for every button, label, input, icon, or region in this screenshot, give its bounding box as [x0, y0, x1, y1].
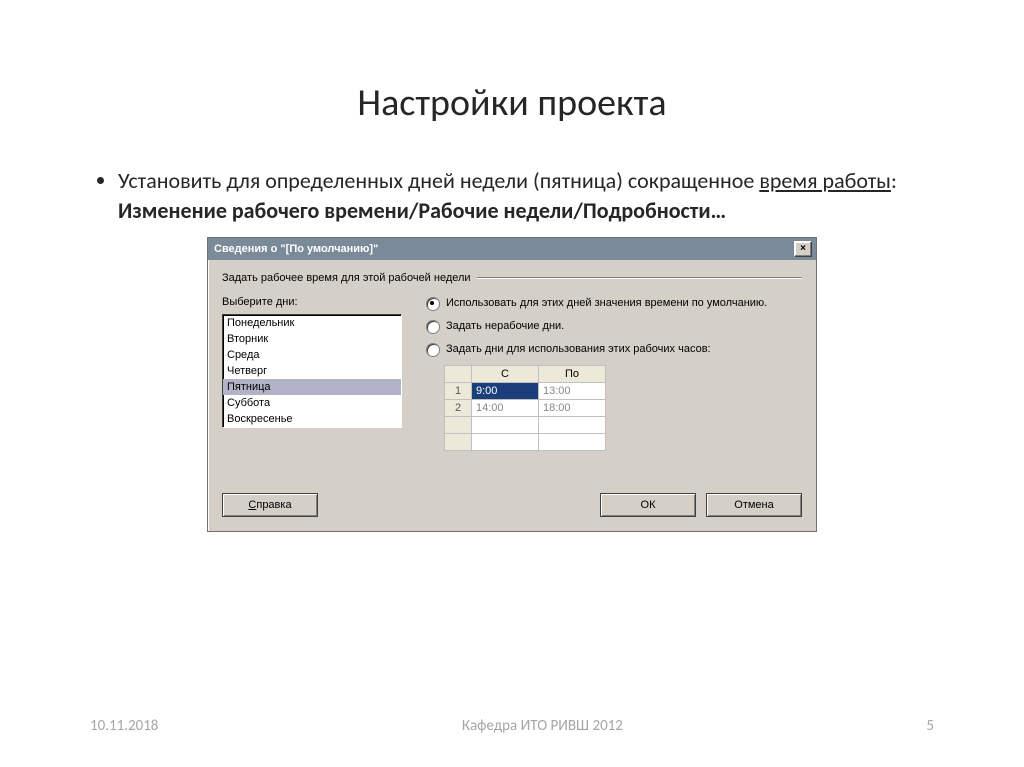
- table-row: . .: [445, 434, 606, 451]
- bullet-text-prefix: Установить для определенных дней недели …: [118, 167, 759, 194]
- footer-center: Кафедра ИТО РИВШ 2012: [462, 717, 623, 735]
- footer: 10.11.2018 Кафедра ИТО РИВШ 2012 5: [0, 717, 1024, 735]
- cell-from[interactable]: 9:00: [472, 383, 539, 400]
- cell-to[interactable]: 18:00: [539, 400, 606, 417]
- list-item[interactable]: Суббота: [223, 395, 401, 411]
- hours-table: С По 1 9:00 13:00: [444, 365, 606, 451]
- cell-from[interactable]: 14:00: [472, 400, 539, 417]
- cell-from[interactable]: .: [472, 434, 539, 451]
- close-icon: ×: [800, 244, 806, 254]
- group-caption: Задать рабочее время для этой рабочей не…: [222, 272, 477, 284]
- radio-label: Использовать для этих дней значения врем…: [446, 296, 767, 310]
- radio-option-hours[interactable]: Задать дни для использования этих рабочи…: [426, 342, 802, 357]
- list-item[interactable]: Четверг: [223, 363, 401, 379]
- cancel-button[interactable]: Отмена: [706, 493, 802, 517]
- cell-to[interactable]: .: [539, 417, 606, 434]
- dialog-title: Сведения о "[По умолчанию]": [214, 243, 378, 255]
- dialog-window: Сведения о "[По умолчанию]" × Задать раб…: [207, 237, 817, 532]
- days-label: Выберите дни:: [222, 296, 402, 308]
- table-row: 1 9:00 13:00: [445, 383, 606, 400]
- bullet-text-bold: Изменение рабочего времени/Рабочие недел…: [118, 197, 726, 224]
- list-item[interactable]: Вторник: [223, 331, 401, 347]
- bullet-item: Установить для определенных дней недели …: [118, 166, 934, 225]
- footer-date: 10.11.2018: [90, 717, 158, 735]
- cell-to[interactable]: 13:00: [539, 383, 606, 400]
- radio-icon: [426, 297, 440, 311]
- table-row: . .: [445, 417, 606, 434]
- help-rest: правка: [256, 499, 291, 511]
- bullet-text-underlined: время работы: [759, 167, 891, 194]
- list-item[interactable]: Среда: [223, 347, 401, 363]
- close-button[interactable]: ×: [794, 241, 812, 257]
- cell-from[interactable]: .: [472, 417, 539, 434]
- help-button[interactable]: Справка: [222, 493, 318, 517]
- group-header: Задать рабочее время для этой рабочей не…: [222, 272, 802, 284]
- radio-icon: [426, 343, 440, 357]
- row-num: [445, 434, 472, 451]
- table-corner: [445, 366, 472, 383]
- bullet-list: Установить для определенных дней недели …: [90, 166, 934, 225]
- row-num: 2: [445, 400, 472, 417]
- dialog-titlebar: Сведения о "[По умолчанию]" ×: [208, 238, 816, 260]
- ok-button[interactable]: ОК: [600, 493, 696, 517]
- radio-icon: [426, 320, 440, 334]
- col-header-to: По: [539, 366, 606, 383]
- help-mnemonic: С: [248, 499, 256, 511]
- group-separator: [477, 277, 802, 279]
- row-num: 1: [445, 383, 472, 400]
- radio-label: Задать дни для использования этих рабочи…: [446, 342, 711, 356]
- radio-option-nonworking[interactable]: Задать нерабочие дни.: [426, 319, 802, 334]
- list-item[interactable]: Воскресенье: [223, 411, 401, 427]
- row-num: [445, 417, 472, 434]
- slide-title: Настройки проекта: [90, 80, 934, 126]
- bullet-colon: :: [891, 167, 897, 194]
- list-item-selected[interactable]: Пятница: [223, 379, 401, 395]
- col-header-from: С: [472, 366, 539, 383]
- table-row: 2 14:00 18:00: [445, 400, 606, 417]
- cell-to[interactable]: .: [539, 434, 606, 451]
- footer-page: 5: [926, 717, 934, 735]
- radio-label: Задать нерабочие дни.: [446, 319, 564, 333]
- days-listbox[interactable]: Понедельник Вторник Среда Четверг Пятниц…: [222, 314, 402, 428]
- radio-option-default[interactable]: Использовать для этих дней значения врем…: [426, 296, 802, 311]
- list-item[interactable]: Понедельник: [223, 315, 401, 331]
